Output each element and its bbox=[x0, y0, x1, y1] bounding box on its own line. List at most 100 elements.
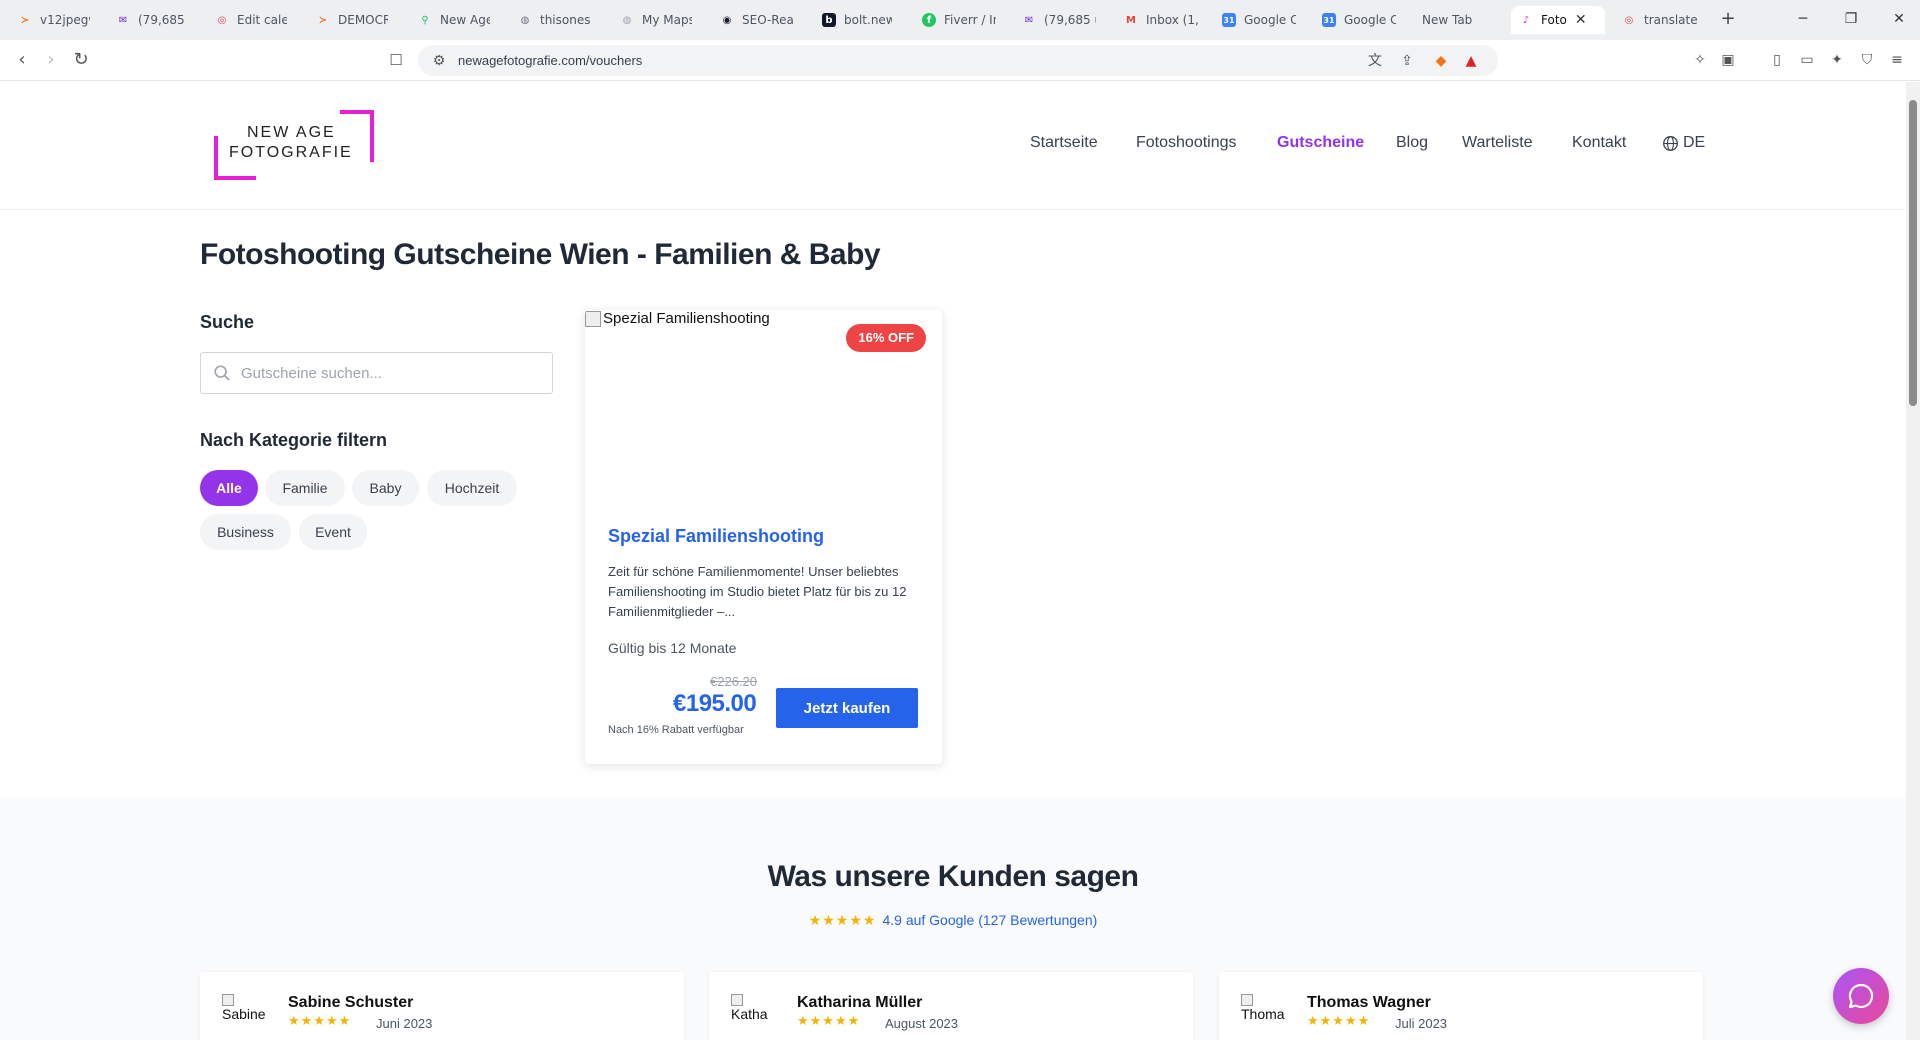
leo-ai-icon[interactable]: ✦ bbox=[1827, 50, 1847, 70]
brave-shield-icon[interactable]: ◆ bbox=[1432, 52, 1450, 70]
tab-favicon-icon: ◎ bbox=[1624, 14, 1634, 26]
close-tab-icon[interactable]: ✕ bbox=[1575, 12, 1587, 28]
reviewer-name: Katharina Müller bbox=[797, 994, 923, 1011]
browser-tab[interactable]: ⚲ New Age bbox=[410, 6, 498, 34]
browser-tab-bar: ≻ v12jpegw ✉ (79,685 u ◎ Edit calen ≻ DEMOCR… bbox=[0, 0, 1920, 40]
voucher-title[interactable]: Spezial Familienshooting bbox=[608, 526, 824, 547]
search-input[interactable] bbox=[241, 361, 541, 385]
logo-text-line2: FOTOGRAFIE bbox=[229, 144, 353, 161]
avatar-alt: Thoma bbox=[1241, 1006, 1285, 1022]
browser-tab[interactable]: ✉ (79,685 u bbox=[108, 6, 196, 34]
review-date: Juni 2023 bbox=[376, 1016, 433, 1031]
browser-tab[interactable]: ◍ thisonesu bbox=[510, 6, 598, 34]
back-icon[interactable]: ‹ bbox=[11, 49, 33, 71]
tab-label: My Maps bbox=[642, 13, 692, 27]
page-scrollbar[interactable] bbox=[1906, 82, 1920, 1040]
tab-label: Google C bbox=[1244, 13, 1296, 27]
reviewer-name: Thomas Wagner bbox=[1307, 994, 1431, 1011]
nav-gutscheine[interactable]: Gutscheine bbox=[1277, 134, 1364, 152]
tab-favicon-icon: f bbox=[922, 13, 936, 27]
close-window-icon[interactable]: ✕ bbox=[1884, 8, 1914, 30]
browser-tab[interactable]: ◎ Edit calen bbox=[207, 6, 295, 34]
nav-fotoshootings[interactable]: Fotoshootings bbox=[1136, 134, 1237, 152]
tab-favicon-icon: ◍ bbox=[622, 14, 632, 26]
url-text[interactable]: newagefotografie.com/vouchers bbox=[458, 53, 642, 68]
tab-favicon-icon: ✉ bbox=[118, 14, 128, 26]
avatar-alt: Sabine bbox=[222, 1006, 266, 1022]
chat-button[interactable] bbox=[1833, 968, 1889, 1024]
share-icon[interactable]: ⇪ bbox=[1398, 52, 1416, 70]
browser-tab[interactable]: ✉ (79,685 u bbox=[1014, 6, 1104, 34]
browser-tab[interactable]: 31 Google C bbox=[1214, 6, 1304, 34]
language-label: DE bbox=[1683, 134, 1706, 151]
extensions-icon[interactable]: ✧ bbox=[1690, 50, 1710, 70]
tab-label: Inbox (1,0 bbox=[1146, 13, 1198, 27]
category-chip-alle[interactable]: Alle bbox=[200, 470, 258, 506]
voucher-price: €195.00 bbox=[673, 690, 757, 717]
tab-label: DEMOCR bbox=[338, 13, 388, 27]
nav-blog[interactable]: Blog bbox=[1396, 134, 1428, 152]
tab-search-icon[interactable]: ▣ bbox=[1718, 50, 1738, 70]
review-date: August 2023 bbox=[885, 1016, 959, 1031]
nav-warteliste[interactable]: Warteliste bbox=[1462, 134, 1533, 152]
reload-icon[interactable]: ↻ bbox=[70, 49, 92, 71]
menu-icon[interactable]: ≡ bbox=[1887, 50, 1907, 70]
minimize-icon[interactable]: ─ bbox=[1788, 8, 1818, 30]
page-title: Fotoshooting Gutscheine Wien - Familien … bbox=[200, 238, 881, 271]
tab-favicon-icon: ◎ bbox=[217, 14, 227, 26]
browser-tab[interactable]: b bolt.new bbox=[814, 6, 900, 34]
review-card: Thoma Thomas Wagner ★★★★★ Juli 2023 bbox=[1219, 972, 1703, 1040]
browser-tab-active[interactable]: ♪ Foto ✕ bbox=[1511, 6, 1605, 34]
vpn-icon[interactable]: ⛉ bbox=[1857, 50, 1877, 70]
category-chip-baby[interactable]: Baby bbox=[352, 470, 419, 506]
tab-label: Fiverr / In bbox=[944, 13, 996, 27]
nav-startseite[interactable]: Startseite bbox=[1030, 134, 1098, 152]
browser-tab[interactable]: ≻ v12jpegw bbox=[10, 6, 98, 34]
browser-tab[interactable]: 31 Google C bbox=[1314, 6, 1404, 34]
voucher-search bbox=[200, 352, 553, 394]
site-info-icon[interactable]: ⚙ bbox=[430, 52, 448, 70]
browser-tab[interactable]: ◍ My Maps bbox=[612, 6, 700, 34]
tab-label: translate bbox=[1644, 13, 1698, 27]
avatar-alt: Katha bbox=[731, 1006, 768, 1022]
buy-now-button[interactable]: Jetzt kaufen bbox=[776, 688, 918, 728]
category-chip-familie[interactable]: Familie bbox=[265, 470, 345, 506]
wallet-icon[interactable]: ▭ bbox=[1797, 50, 1817, 70]
category-chip-hochzeit[interactable]: Hochzeit bbox=[427, 470, 517, 506]
address-bar[interactable]: ⚙ newagefotografie.com/vouchers 文 ⇪ ◆ ▲ bbox=[418, 45, 1498, 76]
bookmark-icon[interactable]: ☐ bbox=[385, 49, 407, 71]
tab-favicon-icon: ≻ bbox=[20, 14, 30, 26]
restore-icon[interactable]: ❐ bbox=[1836, 8, 1866, 30]
voucher-image[interactable]: Spezial Familienshooting bbox=[585, 310, 770, 327]
tab-favicon-icon: M bbox=[1126, 14, 1136, 26]
tab-favicon-icon: ✉ bbox=[1024, 14, 1034, 26]
category-chip-business[interactable]: Business bbox=[200, 514, 291, 550]
sidebar-icon[interactable]: ▯ bbox=[1767, 50, 1787, 70]
browser-tab[interactable]: M Inbox (1,0 bbox=[1116, 6, 1206, 34]
discount-note: Nach 16% Rabatt verfügbar bbox=[608, 724, 744, 736]
language-switcher[interactable]: DE bbox=[1662, 134, 1705, 152]
scrollbar-thumb[interactable] bbox=[1909, 100, 1917, 406]
voucher-image-alt: Spezial Familienshooting bbox=[603, 310, 770, 327]
category-chip-event[interactable]: Event bbox=[299, 514, 367, 550]
rating-stars-icon: ★★★★★ bbox=[808, 912, 877, 928]
search-icon bbox=[214, 365, 230, 381]
browser-tab[interactable]: ◎ translate bbox=[1614, 6, 1710, 34]
broken-image-icon bbox=[731, 994, 743, 1006]
globe-icon bbox=[1663, 135, 1678, 151]
voucher-card: Spezial Familienshooting 16% OFF Spezial… bbox=[585, 310, 942, 764]
browser-tab[interactable]: ≻ DEMOCR bbox=[308, 6, 396, 34]
forward-icon[interactable]: › bbox=[40, 49, 62, 71]
brave-rewards-icon[interactable]: ▲ bbox=[1462, 52, 1480, 70]
avatar: Thoma bbox=[1241, 994, 1287, 1034]
rating-link[interactable]: 4.9 auf Google (127 Bewertungen) bbox=[882, 912, 1097, 928]
browser-tab[interactable]: f Fiverr / In bbox=[914, 6, 1004, 34]
nav-kontakt[interactable]: Kontakt bbox=[1572, 134, 1626, 152]
site-logo[interactable]: NEW AGE FOTOGRAFIE bbox=[214, 110, 374, 180]
browser-tab[interactable]: ◉ SEO-Reac bbox=[712, 6, 802, 34]
browser-toolbar: ‹ › ↻ ☐ ⚙ newagefotografie.com/vouchers … bbox=[0, 40, 1920, 81]
browser-tab[interactable]: New Tab bbox=[1414, 6, 1504, 34]
new-tab-icon[interactable]: + bbox=[1717, 8, 1739, 30]
avatar: Katha bbox=[731, 994, 777, 1034]
translate-icon[interactable]: 文 bbox=[1366, 52, 1384, 70]
